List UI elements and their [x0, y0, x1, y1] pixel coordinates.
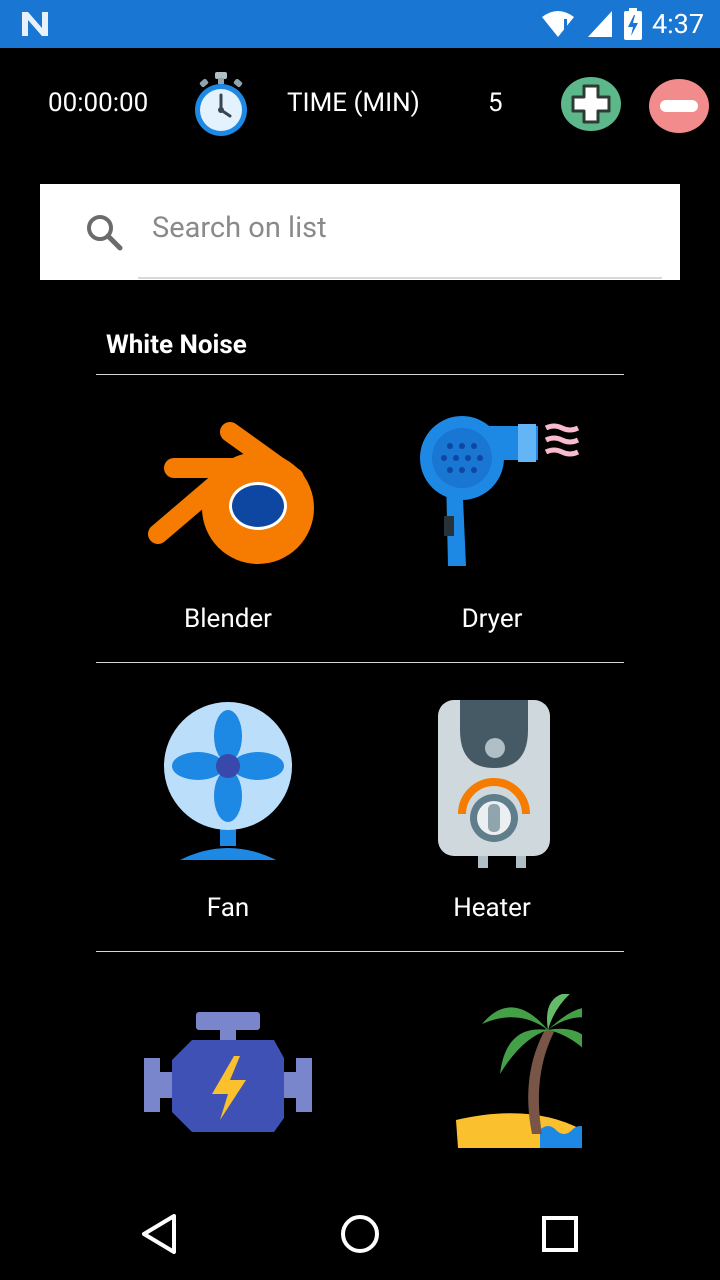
row-divider [96, 951, 624, 952]
time-minutes-value: 5 [488, 88, 503, 118]
back-icon[interactable] [136, 1210, 184, 1258]
time-minutes-label: TIME (MIN) [287, 88, 420, 118]
sound-item-blender[interactable] [96, 416, 360, 572]
sound-item-heater[interactable] [360, 700, 624, 870]
wifi-icon [541, 11, 574, 37]
sound-item-dryer[interactable] [360, 416, 624, 572]
search-icon [87, 215, 123, 251]
section-divider [96, 374, 624, 375]
sound-item-engine[interactable] [96, 1010, 360, 1134]
sound-item-beach[interactable] [360, 994, 624, 1148]
decrease-time-button[interactable] [648, 78, 710, 134]
elapsed-timer: 00:00:00 [48, 88, 149, 118]
status-indicators: 4:37 [540, 6, 704, 42]
sound-item-fan[interactable] [96, 700, 360, 864]
status-bar: 4:37 [0, 0, 720, 48]
sound-item-label: Heater [453, 893, 531, 923]
sound-item-label: Dryer [461, 604, 523, 634]
hair-dryer-icon [420, 416, 580, 566]
water-heater-icon [438, 700, 550, 868]
stopwatch-icon[interactable] [190, 70, 252, 138]
search-input[interactable] [138, 198, 662, 258]
section-title: White Noise [106, 330, 247, 360]
home-icon[interactable] [336, 1210, 384, 1258]
row-divider [96, 662, 624, 663]
recents-icon[interactable] [536, 1210, 584, 1258]
engine-icon [144, 1012, 312, 1132]
sound-item-label: Blender [184, 604, 272, 634]
clock: 4:37 [651, 8, 704, 40]
palm-beach-icon [456, 994, 582, 1148]
cell-signal-icon [587, 11, 612, 37]
battery-charging-icon [623, 8, 642, 40]
fan-icon [164, 702, 292, 860]
sound-item-label: Fan [206, 893, 250, 923]
blender-icon [148, 422, 314, 564]
search-underline [138, 277, 662, 279]
system-navigation-bar [0, 1184, 720, 1280]
increase-time-button[interactable] [560, 76, 622, 132]
notification-n-icon [22, 12, 48, 36]
